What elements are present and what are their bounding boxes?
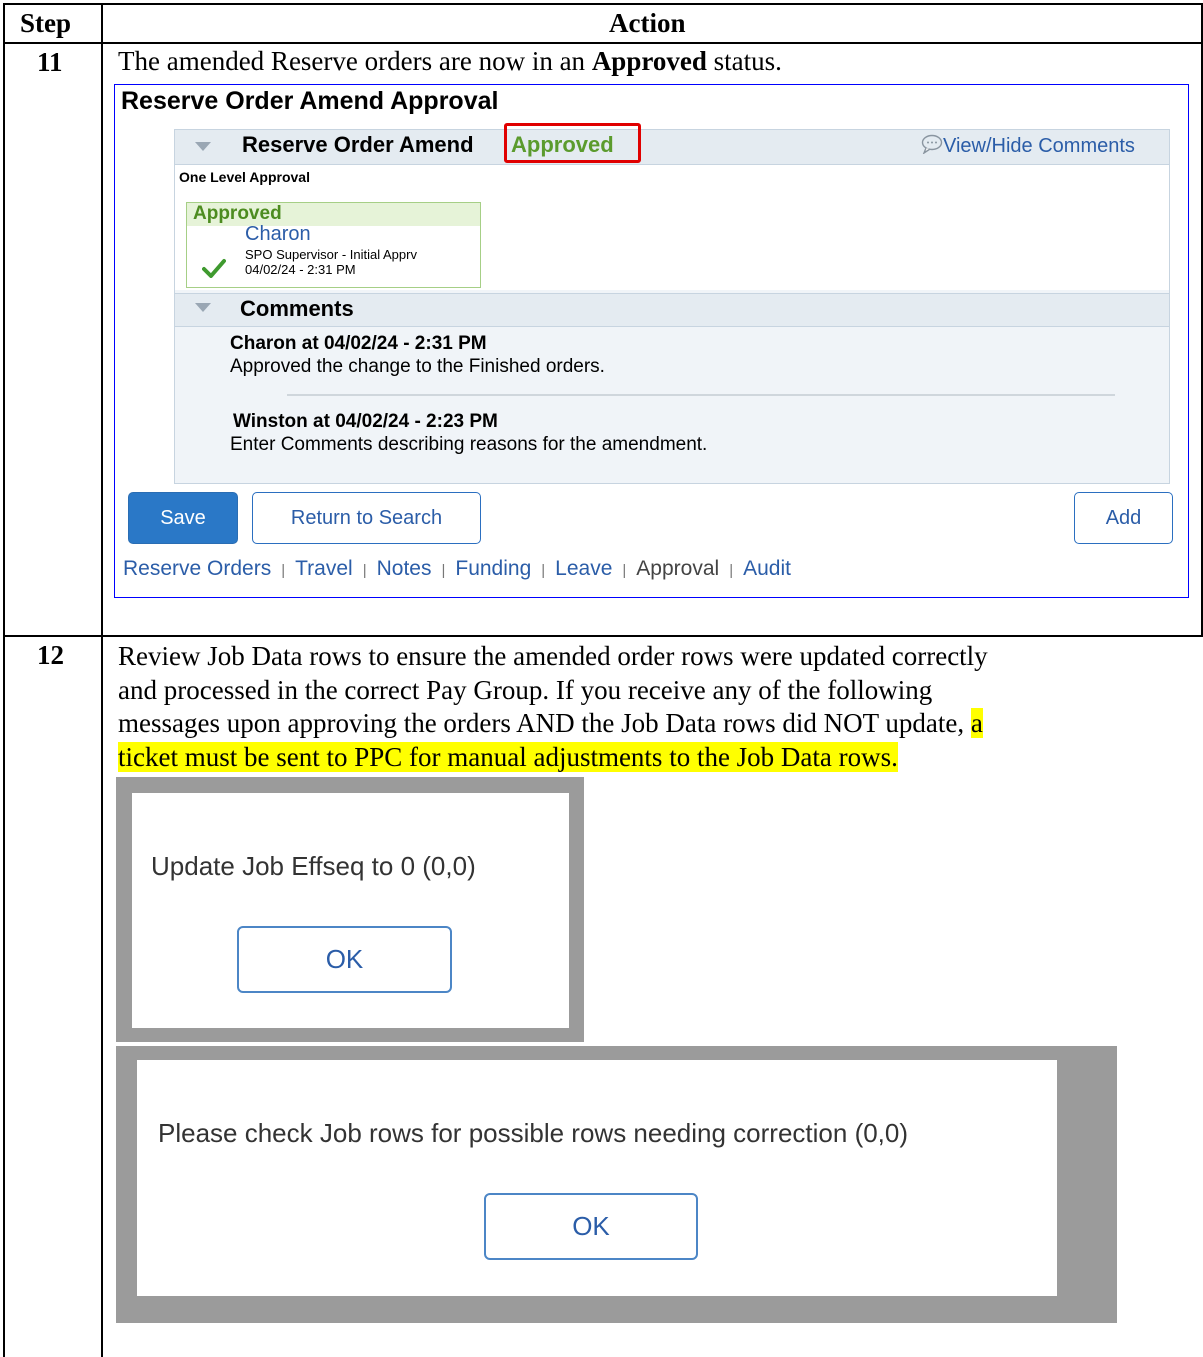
table-header-divider	[3, 42, 1203, 44]
step-12-highlight: ticket must be sent to PPC for manual ad…	[118, 741, 898, 772]
link-separator: |	[281, 562, 286, 579]
comment-bubble-icon	[921, 134, 943, 155]
link-separator: |	[362, 562, 367, 579]
table-row-divider	[3, 635, 1203, 637]
view-hide-comments-label: View/Hide Comments	[943, 135, 1135, 157]
comment-separator	[287, 394, 1115, 396]
step-12-line: messages upon approving the orders AND t…	[118, 707, 988, 741]
link-notes[interactable]: Notes	[377, 557, 432, 580]
approver-role: SPO Supervisor - Initial Apprv	[245, 247, 417, 262]
comments-section-header: Comments	[175, 293, 1169, 327]
highlight-box	[504, 123, 641, 163]
comments-title: Comments	[240, 296, 354, 321]
header-step: Step	[20, 8, 72, 38]
table-column-divider	[101, 3, 103, 1357]
view-hide-comments-link[interactable]: View/Hide Comments	[921, 134, 1135, 158]
dialog-message: Please check Job rows for possible rows …	[158, 1118, 909, 1148]
link-reserve-orders[interactable]: Reserve Orders	[123, 557, 271, 580]
link-funding[interactable]: Funding	[455, 557, 531, 580]
approval-section-header: Reserve Order Amend Approved View/Hide C…	[175, 123, 1169, 165]
header-action: Action	[609, 8, 686, 38]
step-11-text-after: status.	[706, 46, 782, 76]
dialog-ok-button[interactable]: OK	[484, 1193, 698, 1260]
approval-section: Reserve Order Amend Approved View/Hide C…	[174, 123, 1170, 484]
link-separator: |	[729, 562, 734, 579]
dialog-ok-button[interactable]: OK	[237, 926, 452, 993]
step-number-11: 11	[37, 47, 63, 77]
step-12-line: ticket must be sent to PPC for manual ad…	[118, 741, 988, 775]
section-title: Reserve Order Amend	[242, 132, 474, 157]
approval-type: One Level Approval	[179, 169, 310, 185]
page-links: Reserve Orders | Travel | Notes | Funding | Leav…	[123, 557, 791, 581]
step-number-12: 12	[37, 640, 64, 670]
dialog-message: Update Job Effseq to 0 (0,0)	[151, 851, 476, 881]
approver-datetime: 04/02/24 - 2:31 PM	[245, 262, 356, 277]
approver-name-link[interactable]: Charon	[245, 223, 311, 246]
save-button[interactable]: Save	[128, 492, 238, 544]
link-separator: |	[622, 562, 627, 579]
link-approval[interactable]: Approval	[636, 557, 719, 580]
link-travel[interactable]: Travel	[295, 557, 353, 580]
link-separator: |	[541, 562, 546, 579]
approval-screenshot: Reserve Order Amend Approval Reserve Ord…	[114, 84, 1189, 598]
step-12-highlight: a	[970, 708, 983, 738]
update-job-effseq-dialog: Update Job Effseq to 0 (0,0) OK	[132, 793, 569, 1028]
step-11-text: The amended Reserve orders are now in an…	[118, 45, 782, 79]
step-12-text: Review Job Data rows to ensure the amend…	[118, 640, 988, 774]
check-job-rows-dialog: Please check Job rows for possible rows …	[137, 1060, 1057, 1296]
step-12-line: and processed in the correct Pay Group. …	[118, 674, 933, 705]
checkmark-icon	[202, 259, 226, 278]
link-audit[interactable]: Audit	[743, 557, 791, 580]
link-leave[interactable]: Leave	[555, 557, 612, 580]
step-11-text-bold: Approved	[591, 46, 707, 76]
add-button[interactable]: Add	[1074, 492, 1173, 544]
comment-author: Winston at 04/02/24 - 2:23 PM	[233, 411, 498, 432]
step-12-line: Review Job Data rows to ensure the amend…	[118, 641, 988, 671]
return-to-search-button[interactable]: Return to Search	[252, 492, 481, 544]
page-title: Reserve Order Amend Approval	[121, 87, 499, 115]
comment-text: Enter Comments describing reasons for th…	[230, 434, 708, 455]
step-11-text-before: The amended Reserve orders are now in an	[118, 46, 592, 76]
expand-triangle-icon[interactable]	[195, 303, 211, 312]
step-12-line-text: messages upon approving the orders AND t…	[118, 708, 971, 738]
approver-card: Approved Charon SPO Supervisor - Initial…	[186, 202, 481, 288]
table-border-left	[3, 3, 5, 1357]
comment-text: Approved the change to the Finished orde…	[230, 356, 605, 377]
approver-card-header: Approved	[187, 203, 480, 226]
approver-status: Approved	[193, 203, 282, 224]
expand-triangle-icon[interactable]	[195, 142, 211, 151]
comment-author: Charon at 04/02/24 - 2:31 PM	[230, 333, 487, 354]
table-border-top	[3, 3, 1203, 5]
link-separator: |	[441, 562, 446, 579]
